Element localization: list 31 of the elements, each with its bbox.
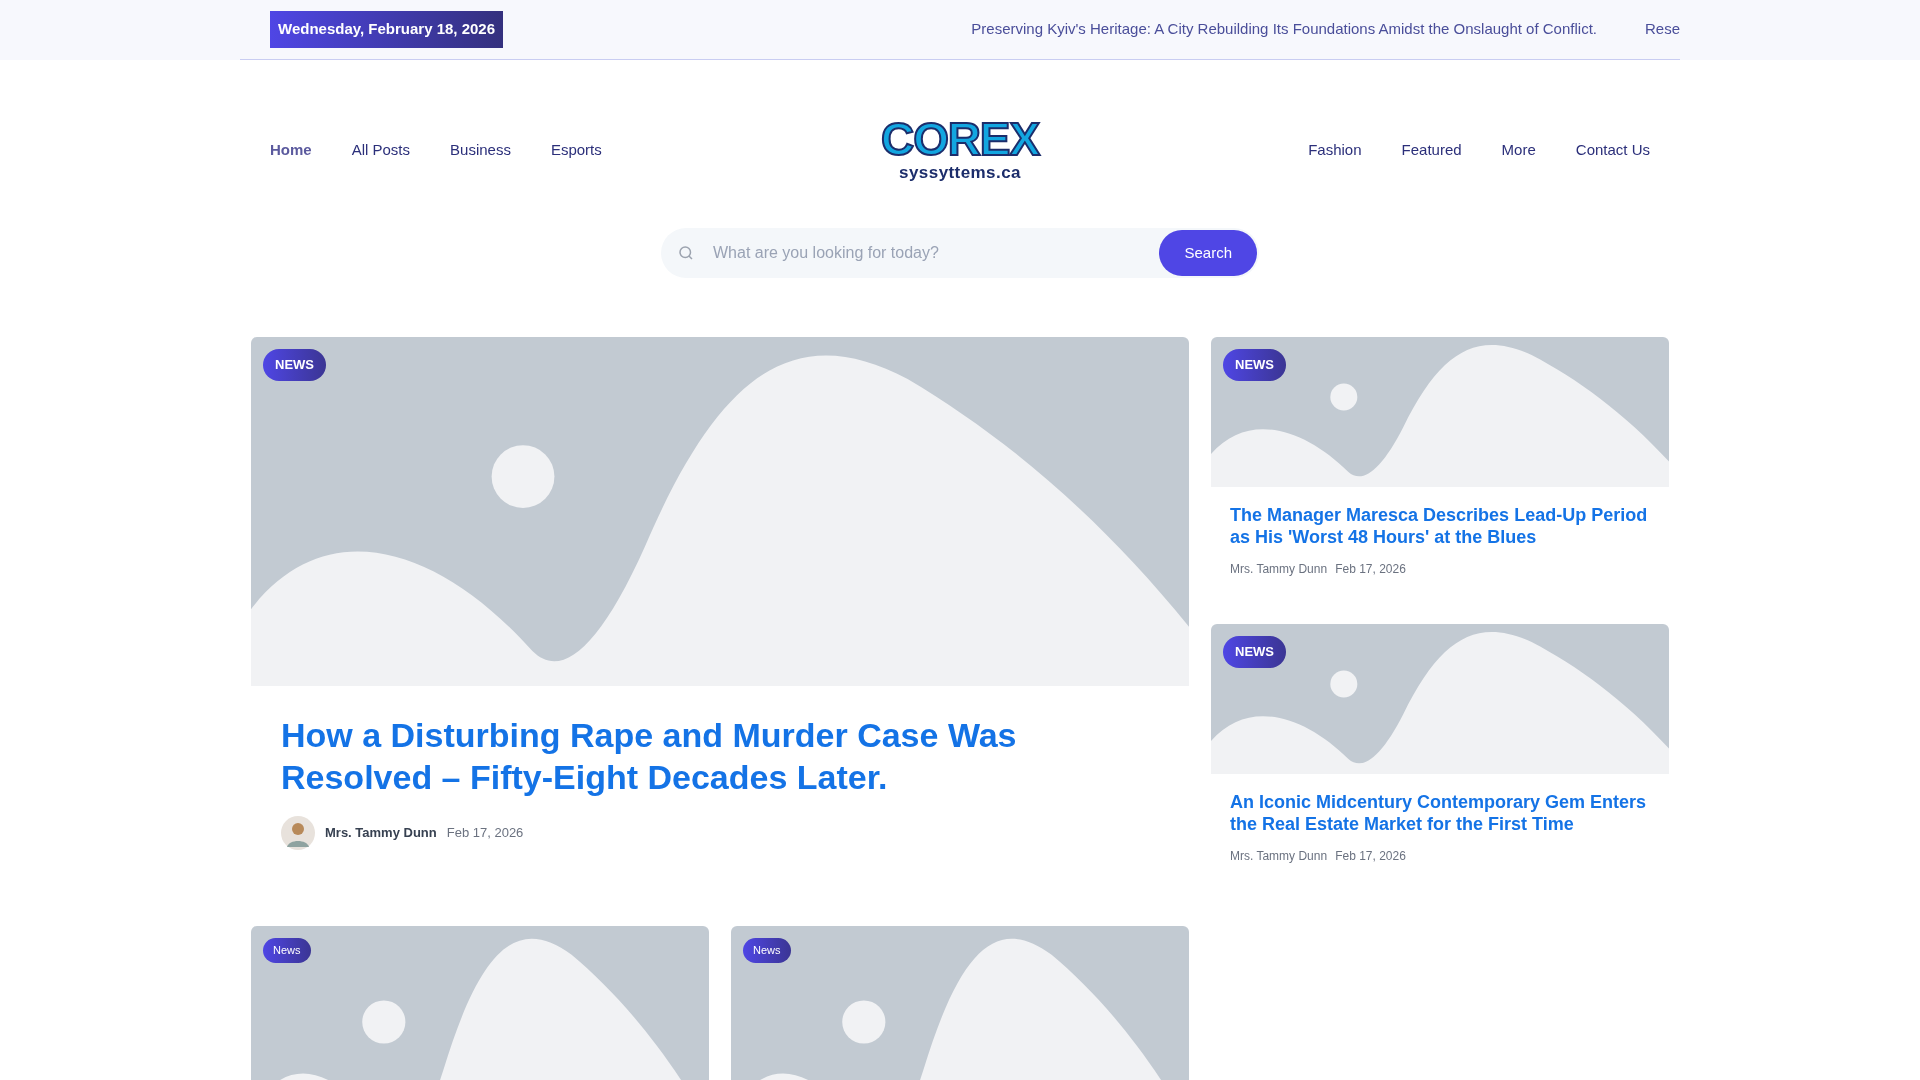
- category-badge[interactable]: News: [263, 938, 311, 963]
- featured-headline[interactable]: How a Disturbing Rape and Murder Case Was Resolved – Fifty-Eight Decades Later.: [281, 714, 1159, 798]
- nav-link[interactable]: Featured: [1401, 138, 1462, 162]
- post-headline[interactable]: An Iconic Midcentury Contemporary Gem Enters the Real Estate Market for the First Time: [1230, 791, 1650, 835]
- author-name: Mrs. Tammy Dunn: [1230, 848, 1328, 865]
- nav-link[interactable]: More: [1501, 138, 1536, 162]
- site-logo[interactable]: COREX syssyttems.ca: [881, 116, 1039, 184]
- search-button[interactable]: Search: [1159, 230, 1257, 276]
- nav-link[interactable]: All Posts: [351, 138, 411, 162]
- nav-link[interactable]: Esports: [550, 138, 602, 162]
- author-name: Mrs. Tammy Dunn: [1230, 561, 1328, 578]
- category-badge[interactable]: NEWS: [1223, 349, 1286, 381]
- ticker-headline[interactable]: Preserving Kyiv's Heritage: A City Rebuilding Its Foundations Amidst the Onslaught of Conflict.: [971, 18, 1597, 41]
- post-headline[interactable]: The Manager Maresca Describes Lead-Up Period as His 'Worst 48 Hours' at the Blues: [1230, 504, 1650, 548]
- avatar-icon: [281, 816, 315, 850]
- post-date: Feb 17, 2026: [1335, 848, 1406, 865]
- category-badge[interactable]: News: [743, 938, 791, 963]
- nav-link[interactable]: Contact Us: [1575, 138, 1650, 162]
- post-date: Feb 17, 2026: [446, 824, 524, 843]
- author-name: Mrs. Tammy Dunn: [325, 824, 437, 843]
- nav-link[interactable]: Fashion: [1308, 138, 1362, 162]
- category-badge[interactable]: NEWS: [1223, 636, 1286, 668]
- date-badge: Wednesday, February 18, 2026: [270, 11, 504, 48]
- post-date: Feb 17, 2026: [1335, 561, 1406, 578]
- nav-link[interactable]: Business: [450, 138, 511, 162]
- search-icon: [677, 244, 695, 262]
- search-input[interactable]: What are you looking for today?: [713, 241, 1160, 265]
- category-badge[interactable]: NEWS: [263, 349, 326, 381]
- search-bar[interactable]: What are you looking for today? Search: [661, 228, 1259, 278]
- ticker-headline[interactable]: Rese: [1644, 18, 1680, 41]
- nav-link[interactable]: Home: [270, 138, 312, 162]
